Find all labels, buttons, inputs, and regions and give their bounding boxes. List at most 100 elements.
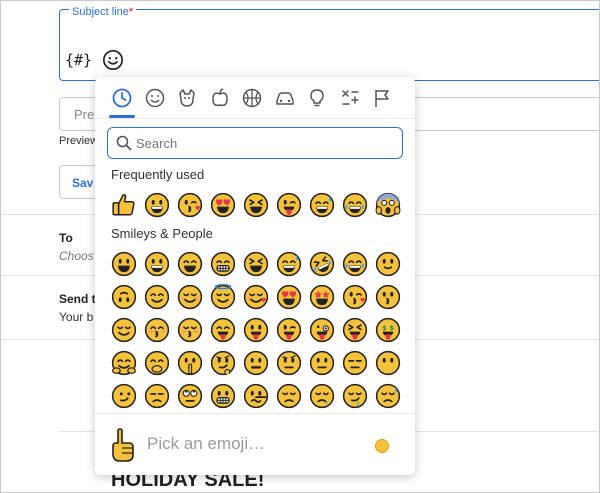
raised-brow-icon	[276, 350, 301, 375]
emoji-lying[interactable]	[239, 379, 272, 412]
merge-tag-button[interactable]: {#}	[65, 51, 92, 69]
emoji-hand-mouth[interactable]	[140, 346, 173, 379]
emoji-shush[interactable]	[173, 346, 206, 379]
activity-icon[interactable]	[241, 87, 263, 109]
tongue-wink-icon	[276, 192, 301, 217]
emoji-tongue[interactable]	[239, 313, 272, 346]
emoji-heart-eyes[interactable]	[272, 280, 305, 313]
emoji-unamused[interactable]	[140, 379, 173, 412]
emoji-sweat-smile[interactable]	[305, 188, 338, 221]
recent-icon[interactable]	[111, 87, 133, 109]
emoji-grinning[interactable]	[140, 247, 173, 280]
to-recipients-link[interactable]: Choos	[59, 249, 94, 263]
emoji-blush[interactable]	[173, 280, 206, 313]
emoji-toggle-icon[interactable]	[102, 49, 124, 71]
emoji-joy[interactable]	[338, 188, 371, 221]
emoji-wink-kiss[interactable]	[173, 188, 206, 221]
emoji-sweat-smile[interactable]	[272, 247, 305, 280]
travel-icon[interactable]	[274, 87, 296, 109]
emoji-heart-eyes[interactable]	[206, 188, 239, 221]
emoji-zany[interactable]	[305, 313, 338, 346]
emoji-search-input[interactable]	[136, 132, 396, 154]
emoji-smirk[interactable]	[107, 379, 140, 412]
send-test-label: Send t	[59, 292, 96, 306]
shush-icon	[177, 350, 202, 375]
emoji-hugging[interactable]	[107, 346, 140, 379]
smileys-people-title: Smileys & People	[111, 226, 213, 241]
objects-icon[interactable]	[306, 87, 328, 109]
scream-icon	[375, 192, 400, 217]
send-test-sub: Your b	[59, 310, 94, 324]
relieved-icon	[111, 317, 136, 342]
emoji-expressionless[interactable]	[338, 346, 371, 379]
emoji-squint-laugh[interactable]	[239, 188, 272, 221]
emoji-grinning[interactable]	[140, 188, 173, 221]
emoji-thumbs-up[interactable]	[107, 188, 140, 221]
skin-tone-selector[interactable]	[375, 439, 389, 453]
subject-line-field[interactable]	[59, 9, 599, 81]
symbols-icon[interactable]	[339, 87, 361, 109]
emoji-kissing-closed[interactable]	[173, 313, 206, 346]
preview-caption: Preview	[59, 135, 99, 147]
emoji-drooling[interactable]	[338, 379, 371, 412]
emoji-relieved[interactable]	[107, 313, 140, 346]
emoji-tongue-wink[interactable]	[272, 188, 305, 221]
emoji-hearts[interactable]	[239, 280, 272, 313]
hugging-icon	[111, 350, 136, 375]
animals-icon[interactable]	[176, 87, 198, 109]
emoji-beaming[interactable]	[206, 247, 239, 280]
smileys-icon[interactable]	[144, 87, 166, 109]
squint-laugh-icon	[243, 251, 268, 276]
thinking-icon	[210, 350, 235, 375]
emoji-kissing[interactable]	[371, 280, 404, 313]
expressionless-icon	[342, 350, 367, 375]
emoji-sweat[interactable]	[371, 379, 404, 412]
kissing-closed-icon	[177, 317, 202, 342]
drooling-icon	[342, 383, 367, 408]
subject-line-label: Subject line*	[69, 6, 137, 18]
emoji-grimace[interactable]	[206, 379, 239, 412]
emoji-yum[interactable]	[206, 313, 239, 346]
emoji-squint-laugh[interactable]	[239, 247, 272, 280]
emoji-star-struck[interactable]	[305, 280, 338, 313]
zipper-icon	[243, 350, 268, 375]
emoji-halo[interactable]	[206, 280, 239, 313]
thumbs-up-icon	[111, 193, 135, 216]
emoji-eye-roll[interactable]	[173, 379, 206, 412]
kissing-icon	[375, 284, 400, 309]
hearts-icon	[243, 284, 268, 309]
emoji-smile[interactable]	[140, 280, 173, 313]
heart-eyes-icon	[210, 192, 235, 217]
emoji-no-mouth[interactable]	[371, 346, 404, 379]
sleepy-icon	[309, 383, 334, 408]
emoji-neutral[interactable]	[305, 346, 338, 379]
emoji-pensive[interactable]	[272, 379, 305, 412]
grimace-icon	[210, 383, 235, 408]
flags-icon[interactable]	[371, 87, 393, 109]
emoji-scream[interactable]	[371, 188, 404, 221]
emoji-grinning-big[interactable]	[107, 247, 140, 280]
emoji-blush-kiss[interactable]	[140, 313, 173, 346]
emoji-joy[interactable]	[338, 247, 371, 280]
emoji-money-mouth[interactable]: $ $	[371, 313, 404, 346]
heart-eyes-icon	[276, 284, 301, 309]
food-icon[interactable]	[209, 87, 231, 109]
emoji-tongue-squint[interactable]	[338, 313, 371, 346]
emoji-zipper[interactable]	[239, 346, 272, 379]
emoji-slight-smile[interactable]	[371, 247, 404, 280]
grinning-icon	[144, 251, 169, 276]
emoji-tongue-wink[interactable]	[272, 313, 305, 346]
emoji-thinking[interactable]	[206, 346, 239, 379]
emoji-raised-brow[interactable]	[272, 346, 305, 379]
smileys-people-grid: $ $	[107, 247, 404, 412]
emoji-sleepy[interactable]	[305, 379, 338, 412]
subject-tools: {#}	[65, 49, 124, 71]
emoji-kiss[interactable]	[338, 280, 371, 313]
emoji-rofl[interactable]	[305, 247, 338, 280]
emoji-search[interactable]	[107, 127, 403, 159]
emoji-grin-smile[interactable]	[173, 247, 206, 280]
slight-smile-icon	[375, 251, 400, 276]
zany-icon	[309, 317, 334, 342]
tongue-wink-icon	[276, 317, 301, 342]
emoji-upside-down[interactable]	[107, 280, 140, 313]
